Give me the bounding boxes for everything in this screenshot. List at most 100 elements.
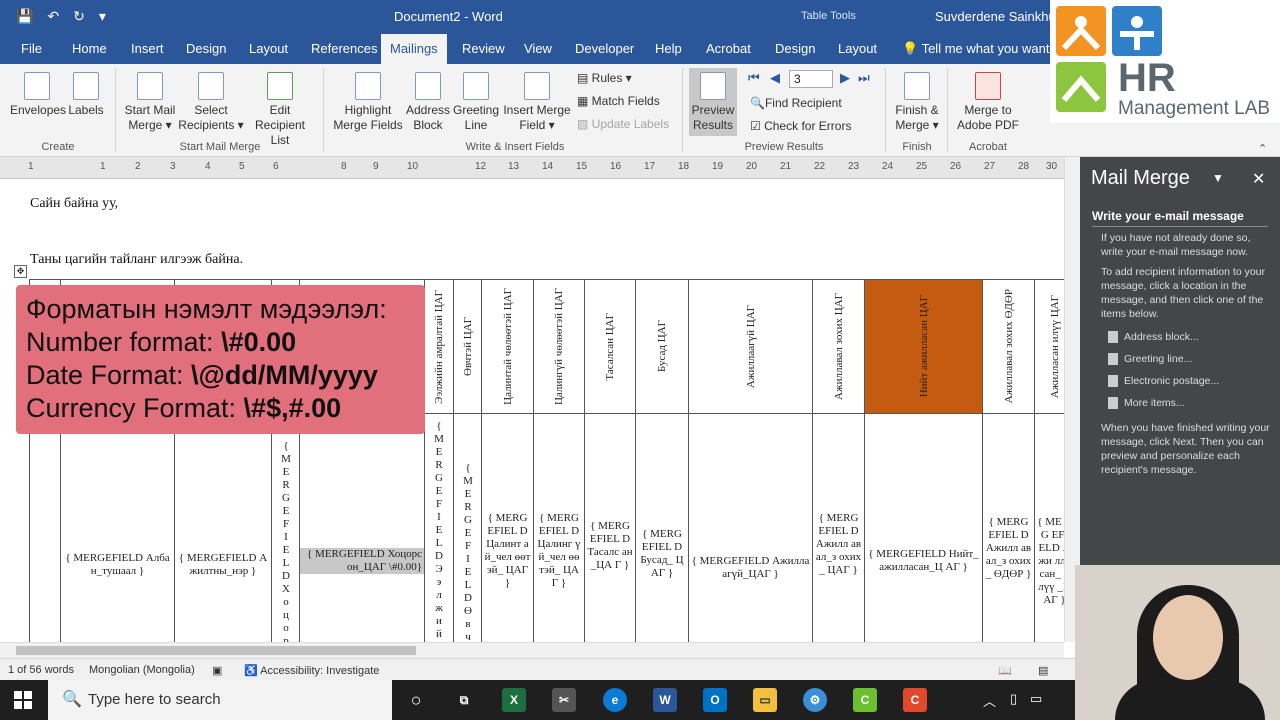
highlighted-column-header: Нийт ажилласан ЦАГ [865,280,982,414]
table-column[interactable]: Ээлжийн амралтай ЦАГ { M E R G EF IE L D … [425,279,454,642]
usb-icon[interactable]: ▯ [1010,691,1017,707]
camtasia-recorder-icon[interactable]: C [903,688,927,712]
address-block-link[interactable]: Address block... [1108,331,1199,343]
rules-button[interactable]: ▤ Rules ▾ [577,70,632,86]
tab-view[interactable]: View [515,34,561,64]
tab-help[interactable]: Help [646,34,691,64]
update-labels-button[interactable]: ▧ Update Labels [577,116,669,132]
window-title: Document2 - Word [394,9,503,24]
tab-layout[interactable]: Layout [240,34,297,64]
taskbar-search-box[interactable]: 🔍 Type here to search [48,680,392,720]
battery-icon[interactable]: ▭ [1030,691,1042,707]
electronic-postage-link[interactable]: Electronic postage... [1108,375,1219,387]
snipping-tool-icon[interactable]: ✂ [552,688,576,712]
callout-date-format: Date Format: \@dd/MM/yyyy [26,360,378,390]
table-column[interactable]: Ажиллавал зохих ЦАГ { MERG EFIEL D Ажилл … [813,279,865,642]
network-app-icon[interactable]: ⚙ [803,688,827,712]
ruler-number: 13 [508,161,520,172]
accessibility-status[interactable]: ♿ Accessibility: Investigate [244,664,379,677]
tab-acrobat[interactable]: Acrobat [697,34,760,64]
horizontal-scrollbar[interactable] [0,642,1064,658]
preview-results-button[interactable]: Preview Results [689,68,737,136]
windows-start-icon[interactable] [14,691,32,709]
table-column[interactable]: Ажилласан илүү ЦАГ { ME RG EFI ELD Ажи лл… [1035,279,1064,642]
customize-qat-icon[interactable]: ▾ [99,8,106,24]
ruler-number: 12 [475,161,487,172]
cortana-icon[interactable]: ○ [404,688,428,712]
previous-record-icon[interactable]: ◀ [770,70,780,86]
finish-merge-button[interactable]: Finish & Merge ▾ [891,72,943,133]
table-column[interactable]: Цалингүй чөлөөтэй ЦАГ { MERG EFIEL D Цали… [534,279,585,642]
word-icon[interactable]: W [653,688,677,712]
address-block-button[interactable]: Address Block [404,72,452,133]
select-recipients-button[interactable]: Select Recipients ▾ [178,72,244,133]
check-errors-button[interactable]: ☑ Check for Errors [750,118,851,134]
pane-options-icon[interactable]: ▼ [1212,171,1224,185]
preview-group-label: Preview Results [744,141,824,153]
more-items-link[interactable]: More items... [1108,397,1185,409]
match-fields-button[interactable]: ▦ Match Fields [577,93,660,109]
close-icon[interactable]: ✕ [1252,169,1265,189]
word-count[interactable]: 1 of 56 words [8,664,74,676]
redo-icon[interactable]: ↻ [73,8,85,24]
merge-to-pdf-button[interactable]: Merge to Adobe PDF [954,72,1022,133]
tab-mailings[interactable]: Mailings [381,34,447,64]
record-number-input[interactable]: 3 [789,70,833,88]
next-record-icon[interactable]: ▶ [840,70,850,86]
tab-file[interactable]: File [12,34,51,64]
column-header: Ажиллаагүй ЦАГ [689,280,812,414]
tab-insert[interactable]: Insert [122,34,173,64]
scroll-thumb[interactable] [16,646,416,655]
horizontal-ruler[interactable]: 1 1 2 3 4 5 6 8 9 10 12 13 14 15 16 17 1… [0,157,1064,179]
ruler-number: 17 [644,161,656,172]
find-recipient-button[interactable]: 🔍Find Recipient [750,95,842,111]
greeting-line-button[interactable]: Greeting Line [452,72,500,133]
table-column[interactable]: Ажиллаагүй ЦАГ { MERGEFIELD Ажиллаагүй_ЦА… [689,279,813,642]
tab-review[interactable]: Review [453,34,514,64]
highlight-merge-fields-button[interactable]: Highlight Merge Fields [332,72,404,133]
file-explorer-icon[interactable]: ▭ [753,688,777,712]
group-separator [682,68,683,152]
undo-icon[interactable]: ↶ [47,8,59,24]
tab-table-layout[interactable]: Layout [829,34,886,64]
last-record-icon[interactable]: ⏭ [858,70,870,86]
table-column[interactable]: Нийт ажилласан ЦАГ { MERGEFIELD Нийт_ажил… [865,279,983,642]
outlook-icon[interactable]: O [703,688,727,712]
macro-icon[interactable]: ▣ [212,664,222,677]
table-column[interactable]: Тасалсан ЦАГ { MERG EFIEL D Тасалс ан_ЦА … [585,279,636,642]
tab-table-design[interactable]: Design [766,34,824,64]
start-mail-merge-button[interactable]: Start Mail Merge ▾ [122,72,178,133]
envelopes-button[interactable]: Envelopes [10,72,66,118]
excel-icon[interactable]: X [502,688,526,712]
create-group-label: Create [41,141,75,153]
tab-developer[interactable]: Developer [566,34,643,64]
tell-me-search[interactable]: 💡 Tell me what you want [902,34,1049,64]
insert-merge-field-button[interactable]: Insert Merge Field ▾ [502,72,572,133]
labels-button[interactable]: Labels [66,72,106,118]
column-header: Ажиллавал зохих ӨДӨР [983,280,1034,414]
ruler-number: 10 [407,161,419,172]
tray-chevron-icon[interactable]: ︿ [983,691,996,710]
print-layout-icon[interactable]: ▤ [1038,664,1048,677]
collapse-ribbon-icon[interactable]: ⌃ [1258,142,1267,155]
edge-icon[interactable]: e [603,688,627,712]
edit-recipient-list-button[interactable]: Edit Recipient List [244,72,316,148]
table-column[interactable]: Өвчтэй ЦАГ { M E R G EF IE L D Өв чт эй Ц [454,279,482,642]
greeting-line-link[interactable]: Greeting line... [1108,353,1192,365]
save-icon[interactable]: 💾 [16,8,33,24]
callout-title: Форматын нэмэлт мэдээлэл: [26,294,387,324]
user-name[interactable]: Suvderdene Sainkhuu [935,9,1063,24]
tab-home[interactable]: Home [63,34,116,64]
table-move-handle-icon[interactable]: ✥ [14,265,27,278]
read-mode-icon[interactable]: 📖 [998,664,1012,677]
language-indicator[interactable]: Mongolian (Mongolia) [89,664,195,676]
camtasia-icon[interactable]: C [853,688,877,712]
table-column[interactable]: Ажиллавал зохих ӨДӨР { MERG EFIEL D Ажилл… [983,279,1035,642]
tab-references[interactable]: References [302,34,386,64]
table-column[interactable]: Бусад ЦАГ { MERG EFIEL D Бусад_ ЦАГ } [636,279,689,642]
first-record-icon[interactable]: ⏮ [748,70,760,86]
table-column[interactable]: Цалинтай чөлөөтэй ЦАГ { MERG EFIEL D Цали… [482,279,534,642]
task-view-icon[interactable]: ⧉ [452,688,476,712]
tab-design[interactable]: Design [177,34,235,64]
ruler-number: 19 [712,161,724,172]
